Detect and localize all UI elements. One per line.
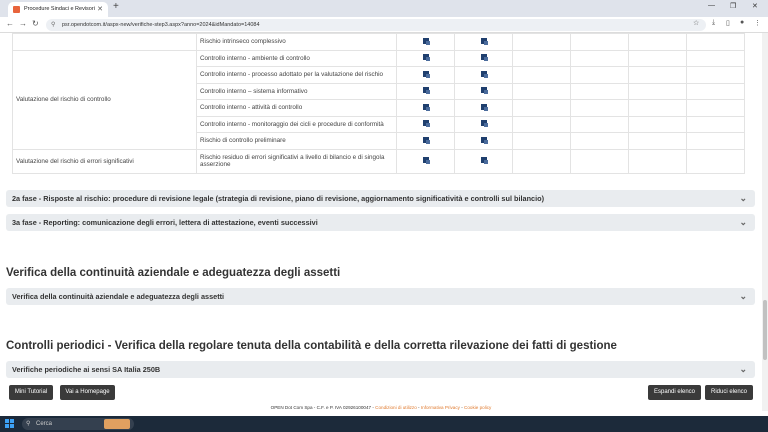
table-row: Valutazione del rischio di controllo Con…	[12, 49, 745, 150]
url-text: psr.opendotcom.it/aspx-new/verifiche-ste…	[62, 22, 260, 28]
close-tab-icon[interactable]: ✕	[97, 2, 103, 17]
search-icon: ⚲	[26, 421, 31, 427]
document-icon[interactable]	[480, 136, 488, 144]
cookie-link[interactable]: Cookie policy	[464, 405, 491, 410]
bottom-toolbar: Mini Tutorial Vai a Homepage Espandi ele…	[0, 385, 762, 402]
page-content: Rischio intrinseco complessivo Valutazio…	[0, 33, 762, 411]
browser-tabbar: Procedure Sindaci e Revisori ✕ + — ❐ ✕	[0, 0, 768, 17]
address-bar[interactable]: ⚲ psr.opendotcom.it/aspx-new/verifiche-s…	[46, 19, 706, 31]
chevron-down-icon[interactable]: ⌄	[739, 214, 747, 231]
download-icon[interactable]: ⤓	[712, 19, 715, 27]
document-icon[interactable]	[422, 157, 430, 164]
site-info-icon[interactable]: ⚲	[51, 19, 55, 31]
accordion-periodiche[interactable]: Verifiche periodiche ai sensi SA Italia …	[6, 361, 755, 378]
new-tab-icon[interactable]: +	[113, 1, 119, 12]
profile-icon[interactable]: ●	[740, 19, 744, 26]
table-cell: Controllo interno - attività di controll…	[196, 99, 397, 117]
bookmark-star-icon[interactable]: ☆	[693, 19, 699, 27]
tab-title: Procedure Sindaci e Revisori	[24, 6, 95, 12]
table-cell	[12, 33, 197, 51]
row-group-label: Valutazione del rischio di controllo	[12, 49, 197, 150]
search-placeholder: Cerca	[36, 421, 53, 427]
privacy-link[interactable]: Informativa Privacy	[421, 405, 460, 410]
accordion-label: Verifica della continuità aziendale e ad…	[12, 292, 225, 301]
row-group-label: Valutazione del rischio di errori signif…	[12, 148, 197, 174]
document-icon[interactable]	[480, 157, 488, 164]
document-icon[interactable]	[422, 37, 430, 45]
document-icon[interactable]	[422, 70, 430, 78]
document-icon[interactable]	[480, 37, 488, 45]
table-cell: Controllo interno - processo adottato pe…	[196, 66, 397, 84]
section-title-controlli: Controlli periodici - Verifica della reg…	[6, 340, 617, 352]
table-cell: Rischio intrinseco complessivo	[196, 33, 397, 51]
reload-icon[interactable]: ↻	[32, 19, 39, 28]
taskbar: ⚲ Cerca	[0, 416, 768, 432]
back-icon[interactable]: ←	[6, 19, 14, 28]
browser-toolbar: ← → ↻ ⚲ psr.opendotcom.it/aspx-new/verif…	[0, 17, 768, 33]
chevron-down-icon[interactable]: ⌄	[739, 190, 747, 207]
page-footer: OPEN Dot Com Spa - C.F. e P. IVA 0292610…	[270, 405, 492, 410]
document-icon[interactable]	[422, 103, 430, 111]
document-icon[interactable]	[422, 87, 430, 95]
table-cell: Rischio residuo di errori significativi …	[196, 148, 397, 174]
document-icon[interactable]	[480, 103, 488, 111]
scrollbar-thumb[interactable]	[763, 300, 767, 360]
collapse-list-button[interactable]: Riduci elenco	[705, 385, 753, 400]
accordion-label: Verifiche periodiche ai sensi SA Italia …	[12, 365, 161, 374]
expand-list-button[interactable]: Espandi elenco	[648, 385, 701, 400]
table-cell: Controllo interno - ambiente di controll…	[196, 49, 397, 67]
chevron-down-icon[interactable]: ⌄	[739, 361, 747, 378]
minimize-icon[interactable]: —	[708, 2, 715, 9]
mini-tutorial-button[interactable]: Mini Tutorial	[9, 385, 53, 400]
windows-start-icon[interactable]	[5, 419, 15, 429]
table-row: Valutazione del rischio di errori signif…	[12, 148, 745, 174]
document-icon[interactable]	[422, 54, 430, 62]
forward-icon[interactable]: →	[19, 19, 27, 28]
browser-tab[interactable]: Procedure Sindaci e Revisori ✕	[8, 2, 108, 17]
close-window-icon[interactable]: ✕	[752, 2, 758, 10]
table-cell: Controllo interno – sistema informativo	[196, 82, 397, 100]
favicon-icon	[13, 6, 20, 13]
search-highlight-image	[104, 419, 130, 429]
risk-table: Rischio intrinseco complessivo Valutazio…	[12, 33, 745, 174]
side-panel-icon[interactable]: ▯	[726, 19, 730, 27]
taskbar-search[interactable]: ⚲ Cerca	[22, 418, 134, 430]
section-title-continuita: Verifica della continuità aziendale e ad…	[6, 267, 341, 279]
footer-company: OPEN Dot Com Spa - C.F. e P. IVA 0292610…	[270, 405, 374, 410]
homepage-button[interactable]: Vai a Homepage	[60, 385, 115, 400]
chevron-down-icon[interactable]: ⌄	[739, 288, 747, 305]
table-cell: Rischio di controllo preliminare	[196, 132, 397, 150]
accordion-continuita[interactable]: Verifica della continuità aziendale e ad…	[6, 288, 755, 305]
accordion-label: 2a fase - Risposte al rischio: procedure…	[12, 194, 545, 203]
accordion-fase2[interactable]: 2a fase - Risposte al rischio: procedure…	[6, 190, 755, 207]
accordion-label: 3a fase - Reporting: comunicazione degli…	[12, 218, 318, 227]
table-cell: Controllo interno - monitoraggio dei cic…	[196, 115, 397, 133]
document-icon[interactable]	[480, 70, 488, 78]
accordion-fase3[interactable]: 3a fase - Reporting: comunicazione degli…	[6, 214, 755, 231]
document-icon[interactable]	[480, 120, 488, 128]
document-icon[interactable]	[422, 120, 430, 128]
menu-icon[interactable]: ⋮	[754, 19, 761, 27]
document-icon[interactable]	[480, 54, 488, 62]
restore-icon[interactable]: ❐	[730, 2, 736, 10]
document-icon[interactable]	[480, 87, 488, 95]
table-row: Rischio intrinseco complessivo	[12, 33, 745, 51]
terms-link[interactable]: Condizioni di utilizzo	[375, 405, 417, 410]
document-icon[interactable]	[422, 136, 430, 144]
